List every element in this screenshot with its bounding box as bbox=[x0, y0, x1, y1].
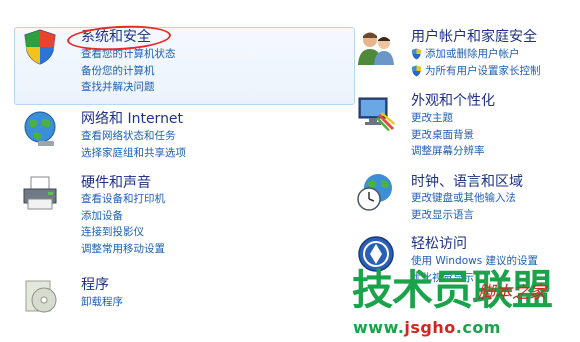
url-host: jsgho bbox=[404, 318, 456, 337]
link-devices-printers[interactable]: 查看设备和打印机 bbox=[81, 191, 165, 208]
link-desktop-background[interactable]: 更改桌面背景 bbox=[411, 127, 485, 144]
category-title[interactable]: 轻松访问 bbox=[411, 236, 467, 252]
url-suffix: .com bbox=[455, 318, 501, 337]
category-title[interactable]: 程序 bbox=[81, 277, 109, 293]
link-troubleshoot[interactable]: 查找并解决问题 bbox=[81, 79, 176, 96]
category-title[interactable]: 网络和 Internet bbox=[81, 111, 183, 127]
category-title[interactable]: 外观和个性化 bbox=[411, 93, 495, 109]
watermark-sub: 脚本之家 bbox=[478, 283, 546, 303]
uac-shield-icon bbox=[412, 48, 421, 60]
globe-network-icon bbox=[24, 111, 56, 146]
link-display-language[interactable]: 更改显示语言 bbox=[411, 207, 516, 224]
uac-shield-icon bbox=[412, 65, 421, 77]
watermark-url: www.jsgho.com bbox=[353, 318, 501, 337]
users-icon bbox=[358, 32, 394, 65]
category-title[interactable]: 硬件和声音 bbox=[81, 175, 151, 191]
link-add-remove-accounts[interactable]: 添加或删除用户帐户 bbox=[411, 46, 541, 63]
link-label: 为所有用户设置家长控制 bbox=[425, 64, 541, 77]
link-view-network-status[interactable]: 查看网络状态和任务 bbox=[81, 128, 186, 145]
link-change-theme[interactable]: 更改主题 bbox=[411, 110, 485, 127]
url-prefix: www. bbox=[353, 318, 405, 337]
category-title[interactable]: 时钟、语言和区域 bbox=[411, 174, 523, 190]
link-change-keyboards[interactable]: 更改键盘或其他输入法 bbox=[411, 190, 516, 207]
printer-icon bbox=[23, 176, 57, 210]
link-connect-projector[interactable]: 连接到投影仪 bbox=[81, 224, 165, 241]
link-homegroup-sharing[interactable]: 选择家庭组和共享选项 bbox=[81, 145, 186, 162]
globe-clock-icon bbox=[357, 174, 392, 211]
link-backup-computer[interactable]: 备份您的计算机 bbox=[81, 63, 176, 80]
link-uninstall-program[interactable]: 卸载程序 bbox=[81, 294, 123, 311]
link-mobility-settings[interactable]: 调整常用移动设置 bbox=[81, 241, 165, 258]
link-add-device[interactable]: 添加设备 bbox=[81, 208, 165, 225]
monitor-paint-icon bbox=[358, 97, 395, 131]
link-screen-resolution[interactable]: 调整屏幕分辨率 bbox=[411, 143, 485, 160]
category-highlight bbox=[14, 27, 355, 105]
link-parental-controls[interactable]: 为所有用户设置家长控制 bbox=[411, 63, 541, 80]
link-label: 添加或删除用户帐户 bbox=[425, 48, 520, 60]
programs-icon bbox=[25, 280, 57, 313]
shield-icon bbox=[24, 29, 56, 65]
category-title[interactable]: 用户帐户和家庭安全 bbox=[411, 29, 537, 45]
